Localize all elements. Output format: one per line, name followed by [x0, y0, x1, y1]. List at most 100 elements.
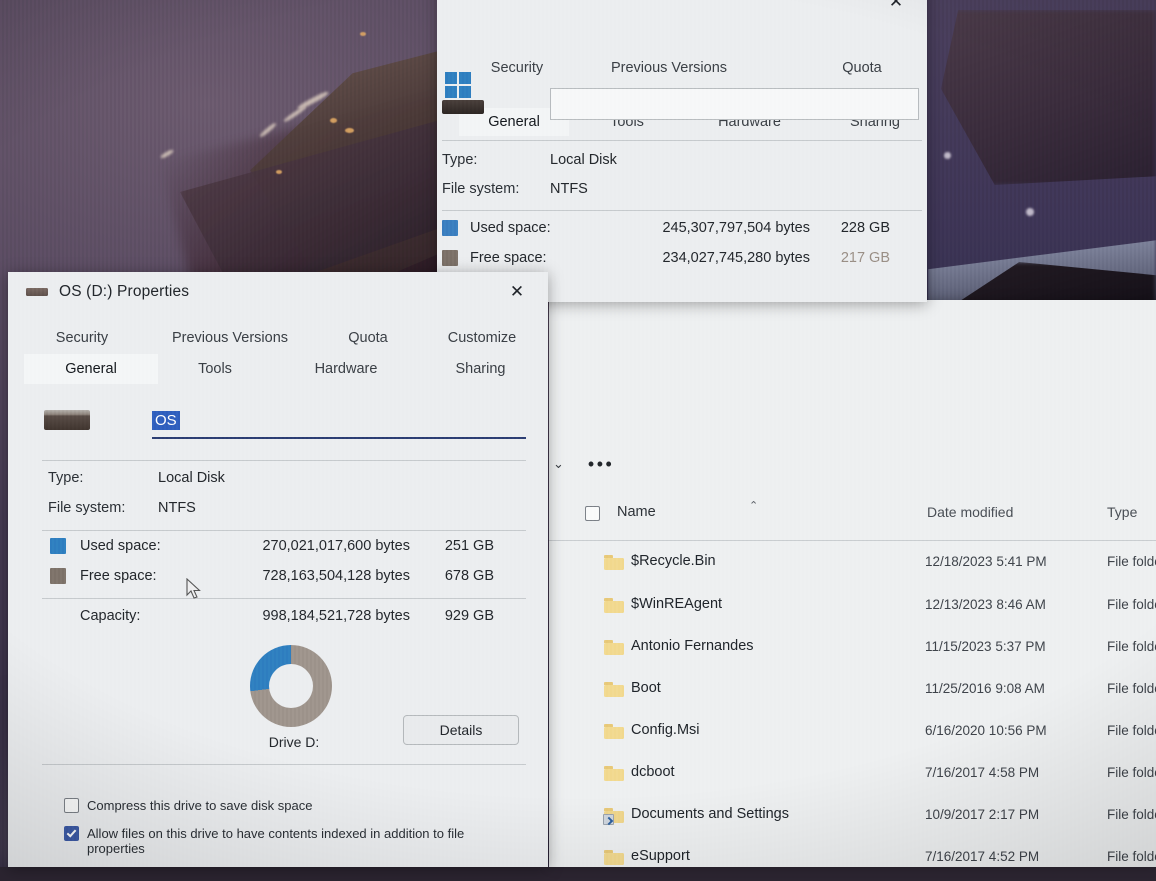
details-button[interactable]: Details — [403, 715, 519, 745]
close-icon[interactable]: ✕ — [873, 0, 919, 18]
table-row[interactable]: Antonio Fernandes 11/15/2023 5:37 PM Fil… — [549, 629, 1156, 671]
index-contents-label: Allow files on this drive to have conten… — [87, 826, 465, 856]
type-label: Type: — [48, 470, 84, 486]
capacity-size: 929 GB — [444, 608, 494, 624]
tab-hardware[interactable]: Hardware — [286, 354, 406, 384]
tab-security[interactable]: Security — [472, 56, 562, 80]
folder-icon — [604, 766, 624, 781]
tab-customize[interactable]: Customize — [432, 326, 532, 350]
used-space-label: Used space: — [80, 538, 161, 554]
file-explorer-window[interactable]: ⌄ ••• Name ⌃ Date modified Type $Recycle… — [549, 300, 1156, 867]
tab-sharing[interactable]: Sharing — [428, 354, 533, 384]
file-date-modified: 7/16/2017 4:58 PM — [925, 765, 1040, 780]
type-row: Type: Local Disk — [442, 152, 617, 168]
file-date-modified: 10/9/2017 2:17 PM — [925, 807, 1040, 822]
table-row[interactable]: $WinREAgent 12/13/2023 8:46 AM File fold… — [549, 587, 1156, 629]
file-type: File folder — [1107, 554, 1156, 569]
tab-tools[interactable]: Tools — [166, 354, 264, 384]
volume-label-input[interactable]: OS — [152, 407, 526, 439]
file-type: File folder — [1107, 849, 1156, 864]
compress-drive-option[interactable]: Compress this drive to save disk space — [64, 798, 514, 813]
table-row[interactable]: $Recycle.Bin 12/18/2023 5:41 PM File fol… — [549, 544, 1156, 586]
drive-icon — [442, 100, 484, 114]
file-system-row: File system: NTFS — [48, 500, 196, 516]
file-date-modified: 11/25/2016 9:08 AM — [925, 681, 1045, 696]
table-row[interactable]: eSupport 7/16/2017 4:52 PM File folder — [549, 839, 1156, 881]
used-space-label: Used space: — [470, 220, 551, 236]
wallpaper-spark — [330, 118, 337, 123]
type-value: Local Disk — [158, 470, 225, 486]
dialog-title-bar: ✕ — [437, 0, 927, 22]
file-system-value: NTFS — [550, 181, 588, 197]
tab-previous-versions[interactable]: Previous Versions — [156, 326, 304, 350]
index-contents-option[interactable]: Allow files on this drive to have conten… — [64, 826, 519, 856]
file-name: Boot — [631, 680, 661, 696]
volume-label-text: OS — [152, 411, 180, 430]
compress-drive-label: Compress this drive to save disk space — [87, 798, 313, 813]
index-contents-checkbox[interactable] — [64, 826, 79, 841]
used-space-bytes: 245,307,797,504 bytes — [662, 220, 810, 236]
file-type: File folder — [1107, 681, 1156, 696]
type-label: Type: — [442, 152, 478, 168]
tab-quota[interactable]: Quota — [817, 56, 907, 80]
drive-caption: Drive D: — [268, 734, 320, 750]
drive-icon — [26, 288, 48, 296]
tab-general[interactable]: General — [24, 354, 158, 384]
select-all-checkbox[interactable] — [585, 506, 600, 521]
used-space-swatch — [442, 220, 458, 236]
file-name: Documents and Settings — [631, 806, 789, 822]
table-row[interactable]: Documents and Settings 10/9/2017 2:17 PM… — [549, 797, 1156, 839]
tab-quota[interactable]: Quota — [326, 326, 410, 350]
file-system-row: File system: NTFS — [442, 181, 588, 197]
file-name: Antonio Fernandes — [631, 638, 754, 654]
wallpaper-spark — [360, 32, 366, 36]
tab-strip-row-1[interactable]: Security Previous Versions Quota — [437, 26, 927, 76]
file-name: Config.Msi — [631, 722, 700, 738]
drive-properties-dialog-background[interactable]: ✕ Security Previous Versions Quota Gener… — [437, 0, 927, 302]
capacity-row: Capacity: 998,184,521,728 bytes 929 GB — [50, 608, 494, 624]
file-system-value: NTFS — [158, 500, 196, 516]
volume-label-input[interactable] — [550, 88, 919, 120]
column-header-name[interactable]: Name — [617, 504, 656, 520]
explorer-column-headers: Name ⌃ Date modified Type — [549, 496, 1156, 541]
windows-logo-icon — [445, 72, 471, 98]
table-row[interactable]: Boot 11/25/2016 9:08 AM File folder — [549, 671, 1156, 713]
used-space-size: 251 GB — [444, 538, 494, 554]
folder-icon — [604, 724, 624, 739]
more-options-button[interactable]: ••• — [588, 455, 614, 473]
file-type: File folder — [1107, 807, 1156, 822]
explorer-toolbar[interactable]: ⌄ ••• — [549, 440, 1156, 488]
file-date-modified: 12/13/2023 8:46 AM — [925, 597, 1046, 612]
folder-icon — [604, 640, 624, 655]
table-row[interactable]: dcboot 7/16/2017 4:58 PM File folder — [549, 755, 1156, 797]
compress-drive-checkbox[interactable] — [64, 798, 79, 813]
free-space-bytes: 234,027,745,280 bytes — [662, 250, 810, 266]
free-space-bytes: 728,163,504,128 bytes — [262, 568, 410, 584]
drive-properties-dialog-os-d[interactable]: OS (D:) Properties ✕ Security Previous V… — [8, 272, 548, 867]
free-space-row: Free space: 728,163,504,128 bytes 678 GB — [50, 568, 494, 584]
type-value: Local Disk — [550, 152, 617, 168]
close-icon[interactable]: ✕ — [494, 276, 540, 308]
tab-previous-versions[interactable]: Previous Versions — [579, 56, 759, 80]
type-row: Type: Local Disk — [48, 470, 225, 486]
view-chevron-down-icon[interactable]: ⌄ — [553, 456, 564, 472]
capacity-bytes: 998,184,521,728 bytes — [262, 608, 410, 624]
tab-security[interactable]: Security — [38, 326, 126, 350]
wallpaper-spark — [345, 128, 354, 133]
folder-icon — [604, 682, 624, 697]
file-system-label: File system: — [442, 181, 520, 197]
file-name: $Recycle.Bin — [631, 553, 716, 569]
dialog-title-bar: OS (D:) Properties ✕ — [8, 272, 548, 312]
folder-icon — [604, 850, 624, 865]
file-name: dcboot — [631, 764, 675, 780]
file-type: File folder — [1107, 765, 1156, 780]
column-header-date-modified[interactable]: Date modified — [927, 504, 1013, 520]
sort-ascending-icon: ⌃ — [749, 500, 759, 512]
column-header-type[interactable]: Type — [1107, 504, 1137, 520]
used-space-row: Used space: 270,021,017,600 bytes 251 GB — [50, 538, 494, 554]
file-date-modified: 6/16/2020 10:56 PM — [925, 723, 1047, 738]
free-space-size: 678 GB — [444, 568, 494, 584]
table-row[interactable]: Config.Msi 6/16/2020 10:56 PM File folde… — [549, 713, 1156, 755]
free-space-swatch — [50, 568, 66, 584]
used-space-size: 228 GB — [840, 220, 890, 236]
